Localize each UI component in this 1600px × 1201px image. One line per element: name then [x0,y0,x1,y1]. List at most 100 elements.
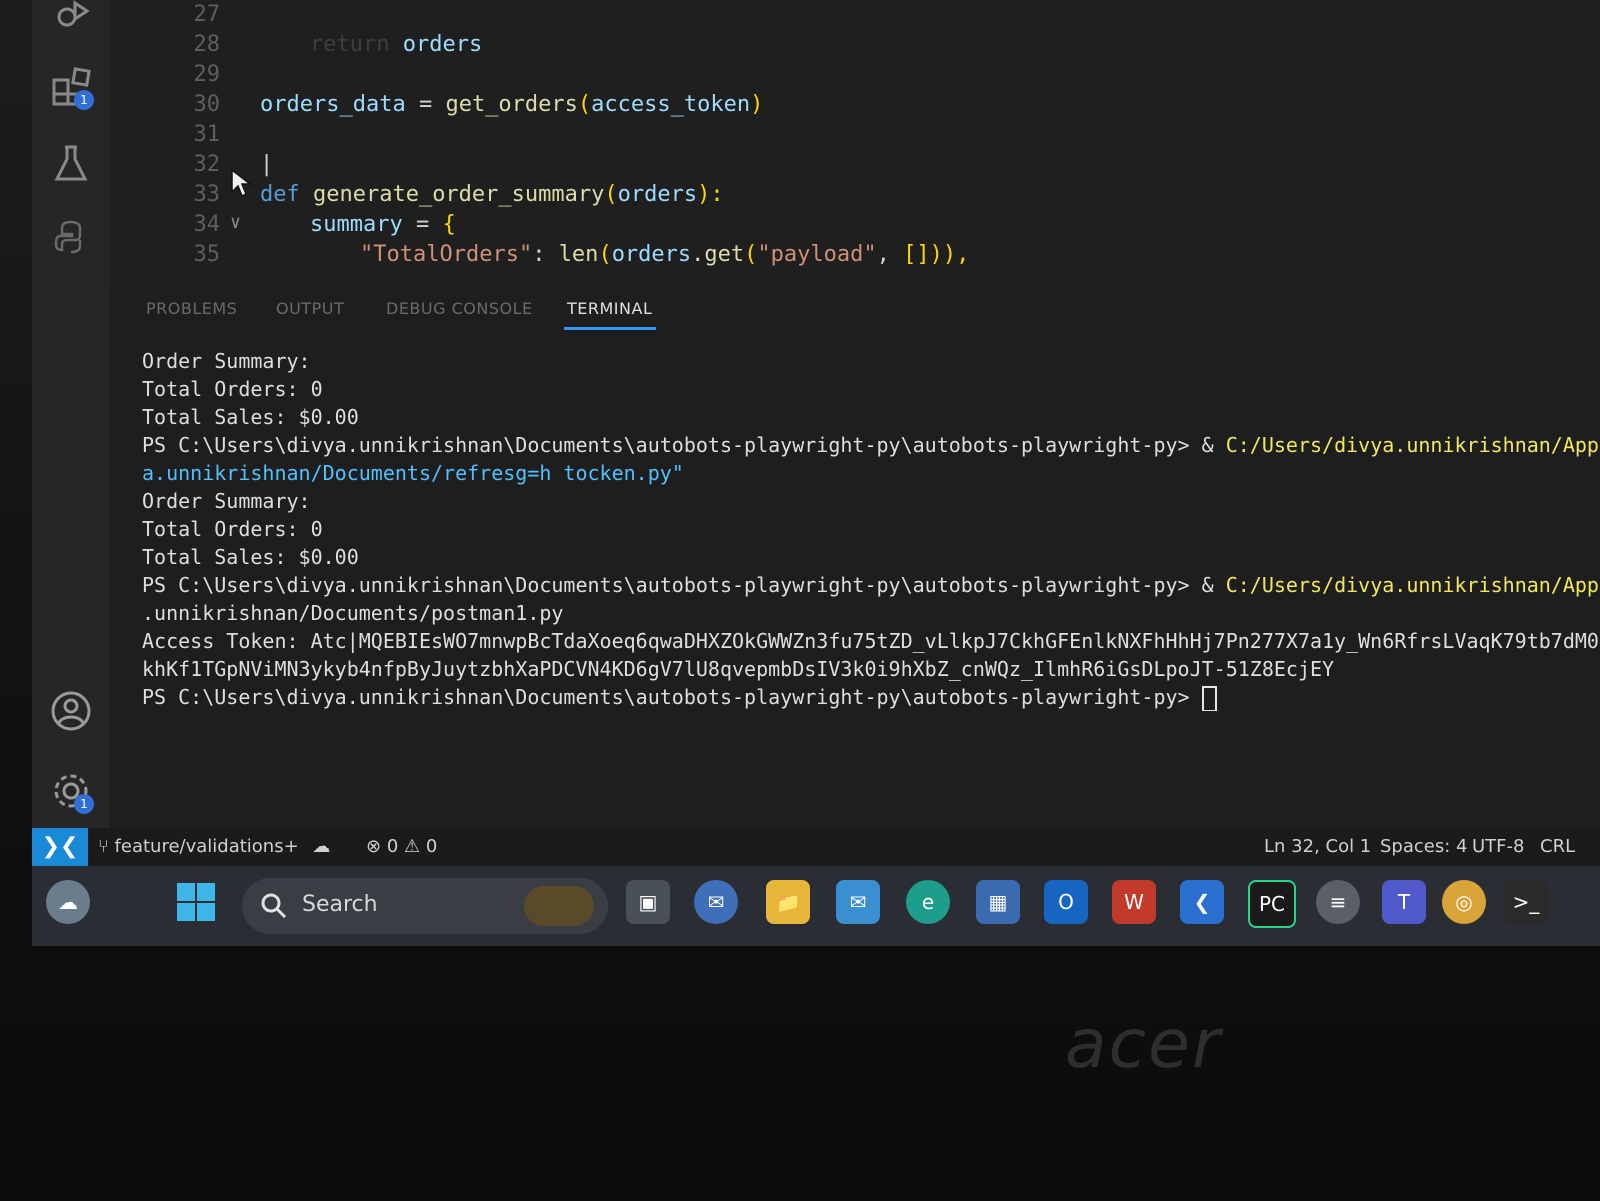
code-token: get_orders [445,92,578,117]
start-button-icon[interactable] [174,880,218,924]
terminal-text: PS C:\Users\divya.unnikrishnan\Documents… [142,433,1226,457]
line-number: 27 [193,2,221,27]
code-token: orders [402,32,483,57]
branch-indicator[interactable]: ⑂ feature/validations+ ☁ [98,836,330,857]
wps-office-icon[interactable]: W [1112,880,1156,924]
python-icon[interactable] [46,212,96,262]
code-line[interactable]: 34 summary = {∨ [110,212,1600,242]
terminal-line: PS C:\Users\divya.unnikrishnan\Documents… [142,431,1600,459]
tab-problems[interactable]: PROBLEMS [146,299,237,318]
code-token: len [558,242,599,267]
code-token: ( [744,242,758,267]
git-branch-icon: ⑂ [98,836,109,857]
code-token: generate_order_summary [312,182,605,207]
terminal-line: Total Orders: 0 [142,375,1600,403]
extensions-icon[interactable]: 1 [46,62,96,112]
code-token: get [704,242,745,267]
store-icon[interactable]: ▦ [976,880,1020,924]
edge-browser-icon[interactable]: e [906,880,950,924]
code-line[interactable]: 29 [110,62,1600,92]
terminal-output[interactable]: Order Summary: Total Orders: 0 Total Sales… [142,347,1600,711]
code-token: def [260,182,313,207]
code-line[interactable]: 33 def generate_order_summary(orders): [110,182,1600,212]
code-token: )), [929,242,970,267]
mail-icon[interactable]: ✉ [836,880,880,924]
tab-debug-console[interactable]: DEBUG CONSOLE [386,299,533,318]
code-token: ( [577,92,592,117]
teams-icon[interactable]: T [1382,880,1426,924]
code-token: ( [598,242,612,267]
terminal-icon[interactable]: >_ [1504,880,1548,924]
app-stripes-icon[interactable]: ≡ [1316,880,1360,924]
terminal-text: Total Sales: $0.00 [142,405,359,429]
windows-taskbar: ☁ Search ▣ ✉ 📁 ✉ e ▦ O W ❮ PC ≡ T ◎ >_ [32,866,1600,946]
terminal-text: a.unnikrishnan/Documents/refresg=h tocke… [142,461,684,485]
search-highlight-icon [524,886,594,926]
code-line[interactable]: 31 [110,122,1600,152]
error-count: 0 [386,836,399,857]
remote-indicator-icon[interactable]: ❯❮ [32,828,88,866]
task-view-icon[interactable]: ▣ [626,880,670,924]
problems-indicator[interactable]: ⊗ 0 ⚠ 0 [366,836,437,857]
warning-count: 0 [425,836,438,857]
terminal-text: C:/Users/divya.unnikrishnan/AppData/Loca [1225,573,1600,597]
code-text: return orders [310,32,482,57]
terminal-text: Total Orders: 0 [142,377,323,401]
line-number: 35 [193,242,221,267]
indentation-setting[interactable]: Spaces: 4 [1380,836,1467,857]
fold-chevron-icon[interactable]: ∨ [230,212,241,233]
status-bar: ❯❮ ⑂ feature/validations+ ☁ ⊗ 0 ⚠ 0 Ln 3… [32,828,1600,866]
encoding-setting[interactable]: UTF-8 [1472,836,1524,857]
code-line[interactable]: 28 return orders [110,32,1600,62]
code-editor[interactable]: 27 28 return orders 29 30 orders_data = get_o… [110,0,1600,285]
weather-widget-icon[interactable]: ☁ [46,880,90,924]
line-number: 28 [193,32,221,57]
code-token: . [691,242,705,267]
terminal-text: khKf1TGpNViMN3ykyb4nfpByJuytzbhXaPDCVN4K… [142,657,1335,681]
chat-icon[interactable]: ✉ [694,880,738,924]
code-token: summary [310,212,403,237]
code-line[interactable]: 35 "TotalOrders": len(orders.get("payload… [110,242,1600,272]
terminal-text: .unnikrishnan/Documents/postman1.py [142,601,564,625]
line-number: 32 [193,152,221,177]
vscode-icon[interactable]: ❮ [1180,880,1224,924]
extensions-badge: 1 [74,90,94,110]
terminal-line: Total Sales: $0.00 [142,403,1600,431]
code-text: "TotalOrders": len(orders.get("payload",… [360,242,969,267]
code-text: def generate_order_summary(orders): [260,182,724,207]
run-debug-icon[interactable] [46,0,96,40]
terminal-text: Access Token: Atc|MQEBIEsWO7mnwpBcTdaXoe… [142,629,1600,653]
cursor-position[interactable]: Ln 32, Col 1 [1264,836,1371,857]
code-text: | [260,152,273,177]
panel-tabs: PROBLEMS OUTPUT DEBUG CONSOLE TERMINAL [110,285,1600,335]
code-token: , [876,242,904,267]
terminal-line: a.unnikrishnan/Documents/refresg=h tocke… [142,459,1600,487]
code-token: "payload" [757,242,877,267]
search-label: Search [302,892,378,917]
tab-output[interactable]: OUTPUT [276,299,344,318]
code-token: | [260,152,274,177]
eol-setting[interactable]: CRL [1540,836,1575,857]
file-explorer-icon[interactable]: 📁 [766,880,810,924]
terminal-line: Order Summary: [142,347,1600,375]
terminal-text: Total Sales: $0.00 [142,545,359,569]
taskbar-search-box[interactable]: Search [242,878,608,934]
terminal-text: C:/Users/divya.unnikrishnan/AppData/Loca [1225,433,1600,457]
chrome-icon[interactable]: ◎ [1442,880,1486,924]
terminal-line: khKf1TGpNViMN3ykyb4nfpByJuytzbhXaPDCVN4K… [142,655,1600,683]
code-line[interactable]: 27 [110,2,1600,32]
code-token: orders [617,182,698,207]
code-line[interactable]: 32 | [110,152,1600,182]
terminal-text: PS C:\Users\divya.unnikrishnan\Documents… [142,573,1226,597]
pycharm-icon[interactable]: PC [1248,880,1296,928]
code-token: orders_data [260,92,406,117]
outlook-icon[interactable]: O [1044,880,1088,924]
laptop-frame: 1 1 27 28 return orders 29 30 orders_data = g… [0,0,1600,1201]
accounts-icon[interactable] [46,686,96,736]
terminal-text: Order Summary: [142,349,311,373]
testing-flask-icon[interactable] [46,138,96,188]
terminal-line: .unnikrishnan/Documents/postman1.py [142,599,1600,627]
tab-terminal[interactable]: TERMINAL [567,299,652,318]
code-line[interactable]: 30 orders_data = get_orders(access_token) [110,92,1600,122]
settings-gear-icon[interactable]: 1 [46,766,96,816]
